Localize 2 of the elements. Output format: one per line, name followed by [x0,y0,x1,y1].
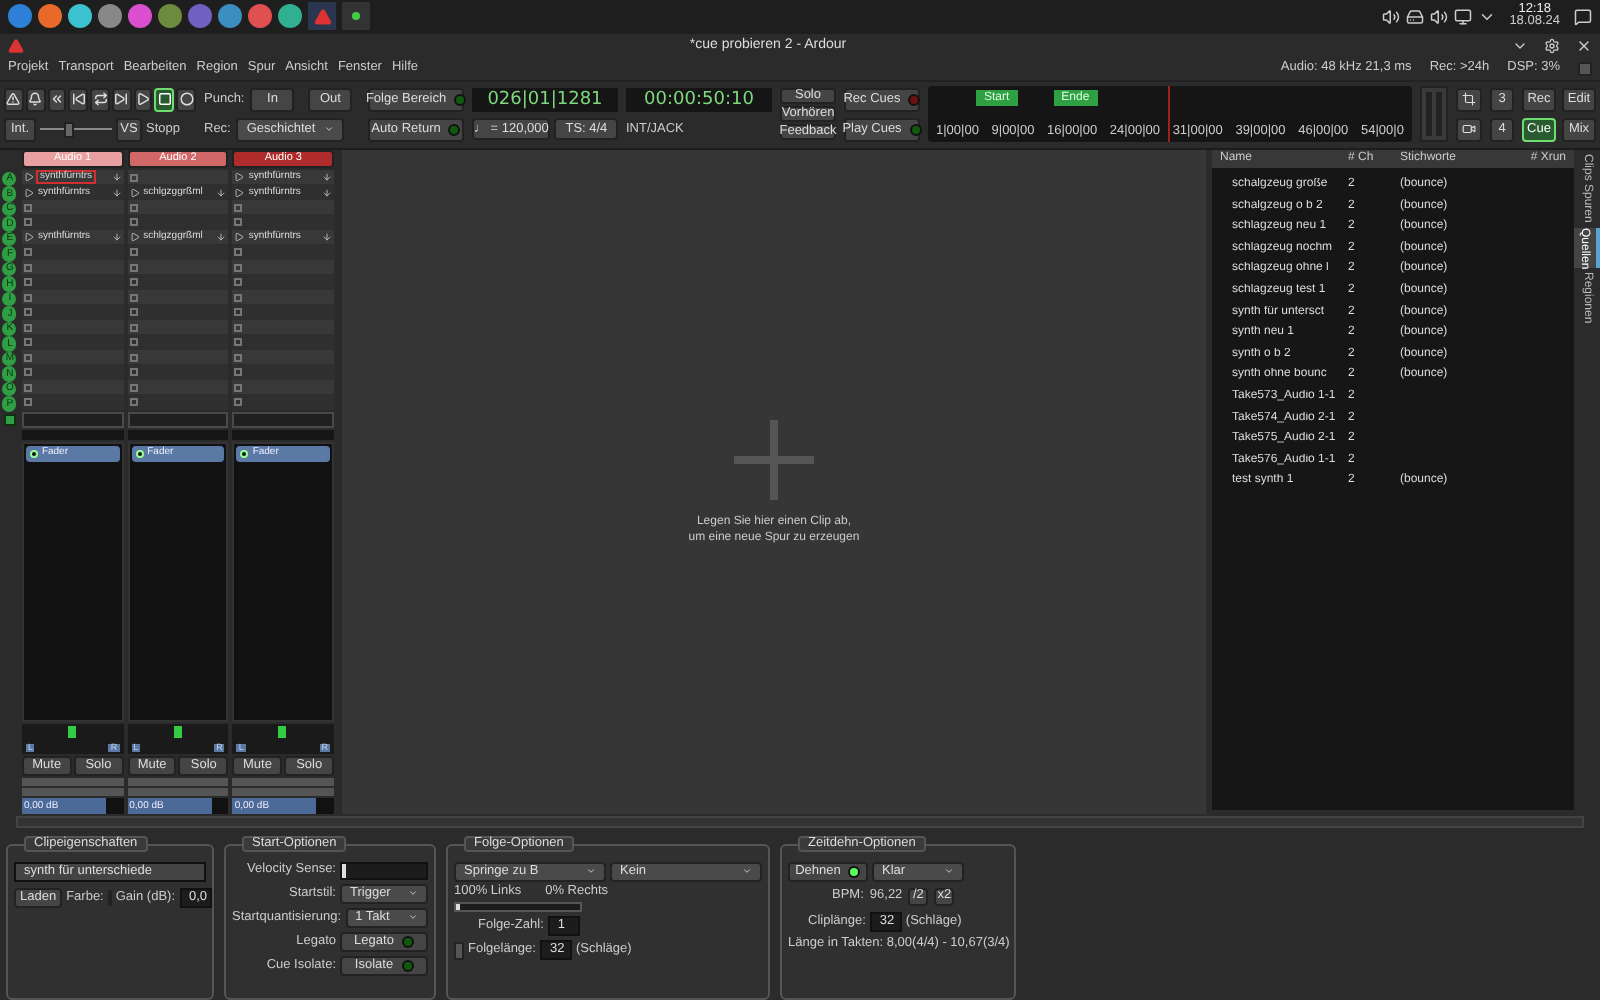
bbt-clock: 026|01|1281 [472,88,618,113]
timecode-clock: 00:00:50:10 [626,88,772,113]
